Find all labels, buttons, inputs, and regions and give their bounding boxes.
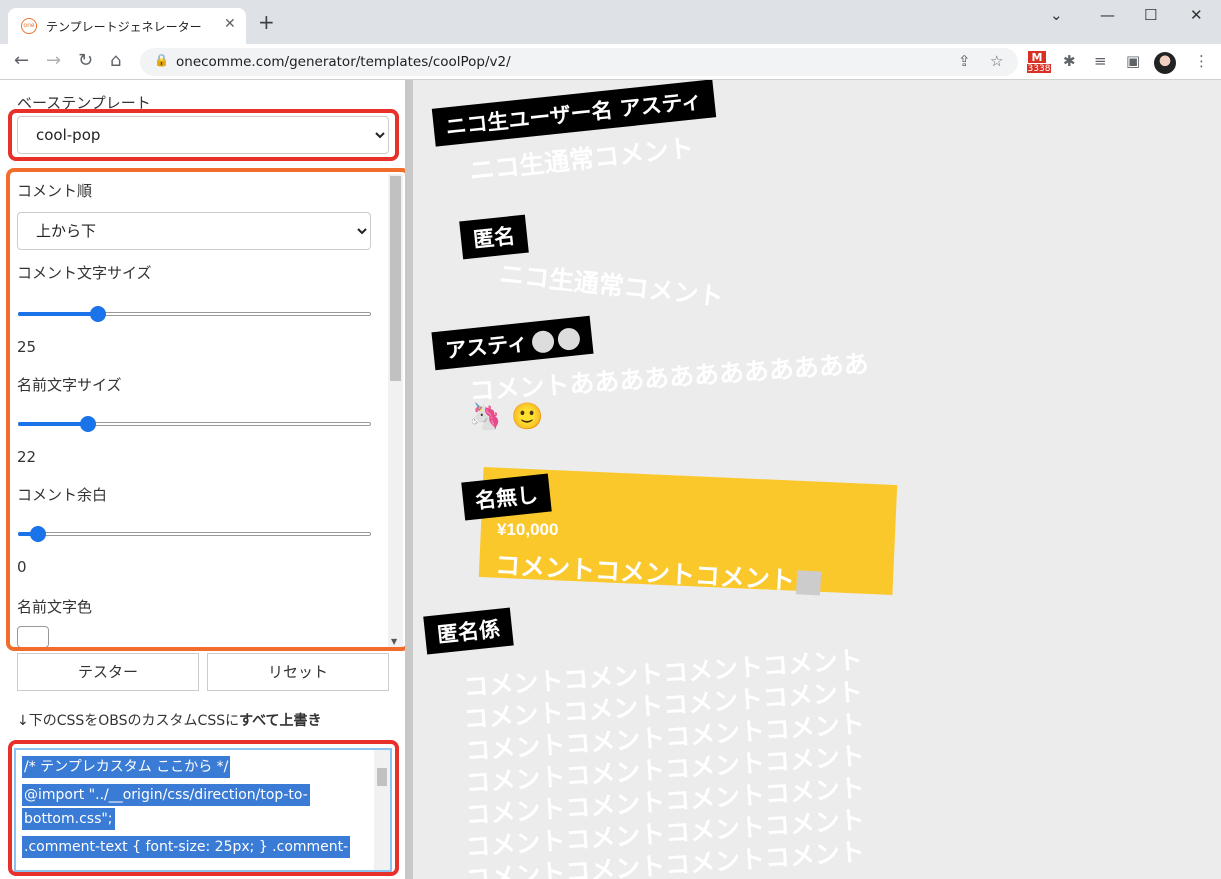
home-icon[interactable]: ⌂ [110,50,121,71]
browser-tab[interactable]: one テンプレートジェネレーター ✕ [8,8,246,44]
menu-kebab-icon[interactable]: ⋮ [1194,52,1209,70]
lock-icon[interactable]: 🔒 [154,53,169,67]
name-size-slider[interactable] [18,416,371,432]
css-instruction: ↓下のCSSをOBSのカスタムCSSにすべて上書き [17,713,322,729]
side-panel-icon[interactable]: ▣ [1126,52,1140,70]
stamp-icon [796,570,822,596]
browser-titlebar: one テンプレートジェネレーター ✕ + ⌄ — ☐ ✕ [0,0,1221,44]
comment-preview: ニコ生ユーザー名 アスティ ニコ生通常コメント 匿名 ニコ生通常コメント アステ… [413,80,1221,879]
reset-button[interactable]: リセット [207,653,389,691]
gmail-unread-badge: 3338 [1026,63,1052,74]
comment-name-tag: アスティ [431,315,594,371]
css-scrollbar[interactable] [374,750,390,870]
name-color-picker[interactable] [17,626,49,648]
media-control-icon[interactable]: ≡ [1094,52,1107,70]
comment-text: ニコ生通常コメント [497,259,725,312]
browser-toolbar: ← → ↻ ⌂ 🔒 onecomme.com/generator/templat… [0,44,1221,80]
css-line: /* テンプレカスタム ここから */ [22,756,231,778]
comment-name-tag: 匿名 [459,214,529,260]
tester-button[interactable]: テスター [17,653,199,691]
close-window-button[interactable]: ✕ [1190,6,1203,24]
new-tab-button[interactable]: + [258,12,275,32]
maximize-button[interactable]: ☐ [1144,6,1157,24]
comment-order-label: コメント順 [17,182,93,200]
share-icon[interactable]: ⇪ [958,52,971,70]
url-text[interactable]: onecomme.com/generator/templates/coolPop… [176,54,511,70]
profile-avatar[interactable] [1154,52,1176,74]
reload-icon[interactable]: ↻ [78,50,93,71]
name-size-label: 名前文字サイズ [17,376,122,394]
css-line: @import "../__origin/css/direction/top-t… [22,784,310,806]
back-arrow-icon[interactable]: ← [14,50,29,71]
css-output-textarea[interactable]: /* テンプレカスタム ここから */ @import "../__origin… [14,748,392,872]
address-bar[interactable]: 🔒 onecomme.com/generator/templates/coolP… [140,48,1018,76]
css-line: bottom.css"; [22,808,115,830]
name-color-label: 名前文字色 [17,598,93,616]
comment-name-tag: 匿名係 [423,607,514,655]
gmail-extension-icon[interactable]: M 3338 [1026,51,1052,77]
bookmark-star-icon[interactable]: ☆ [990,52,1003,70]
superchat-amount: ¥10,000 [497,520,559,539]
scroll-down-arrow-icon[interactable]: ▼ [391,637,397,646]
minimize-button[interactable]: — [1100,6,1115,24]
settings-scroll-area[interactable]: コメント順 上から下 コメント文字サイズ 25 名前文字サイズ 22 コメント余… [10,174,406,648]
comment-margin-value: 0 [17,558,27,576]
base-template-label: ベーステンプレート [17,94,151,112]
comment-size-label: コメント文字サイズ [17,264,152,282]
smile-emoji-icon: 🙂 [511,402,544,432]
onecomme-favicon-icon: one [21,18,37,34]
base-template-select[interactable]: cool-pop [17,116,389,154]
comment-size-slider[interactable] [18,306,371,322]
panel-divider[interactable] [405,80,413,879]
extensions-puzzle-icon[interactable]: ✱ [1063,52,1076,70]
css-line: .comment-text { font-size: 25px; } .comm… [22,836,351,858]
comment-order-select[interactable]: 上から下 [17,212,371,250]
tab-close-icon[interactable]: ✕ [224,16,236,32]
settings-scrollbar[interactable]: ▼ [388,174,403,648]
comment-margin-slider[interactable] [18,526,371,542]
comment-margin-label: コメント余白 [17,486,108,504]
badge-icon [530,329,555,354]
generator-panel: ベーステンプレート cool-pop コメント順 上から下 コメント文字サイズ … [0,80,410,879]
unicorn-emoji-icon: 🦄 [469,402,502,432]
tab-title: テンプレートジェネレーター [46,20,202,34]
badge-icon [556,327,581,352]
name-size-value: 22 [17,448,37,466]
forward-arrow-icon[interactable]: → [46,50,61,71]
comment-size-value: 25 [17,338,37,356]
tab-search-icon[interactable]: ⌄ [1050,6,1063,24]
